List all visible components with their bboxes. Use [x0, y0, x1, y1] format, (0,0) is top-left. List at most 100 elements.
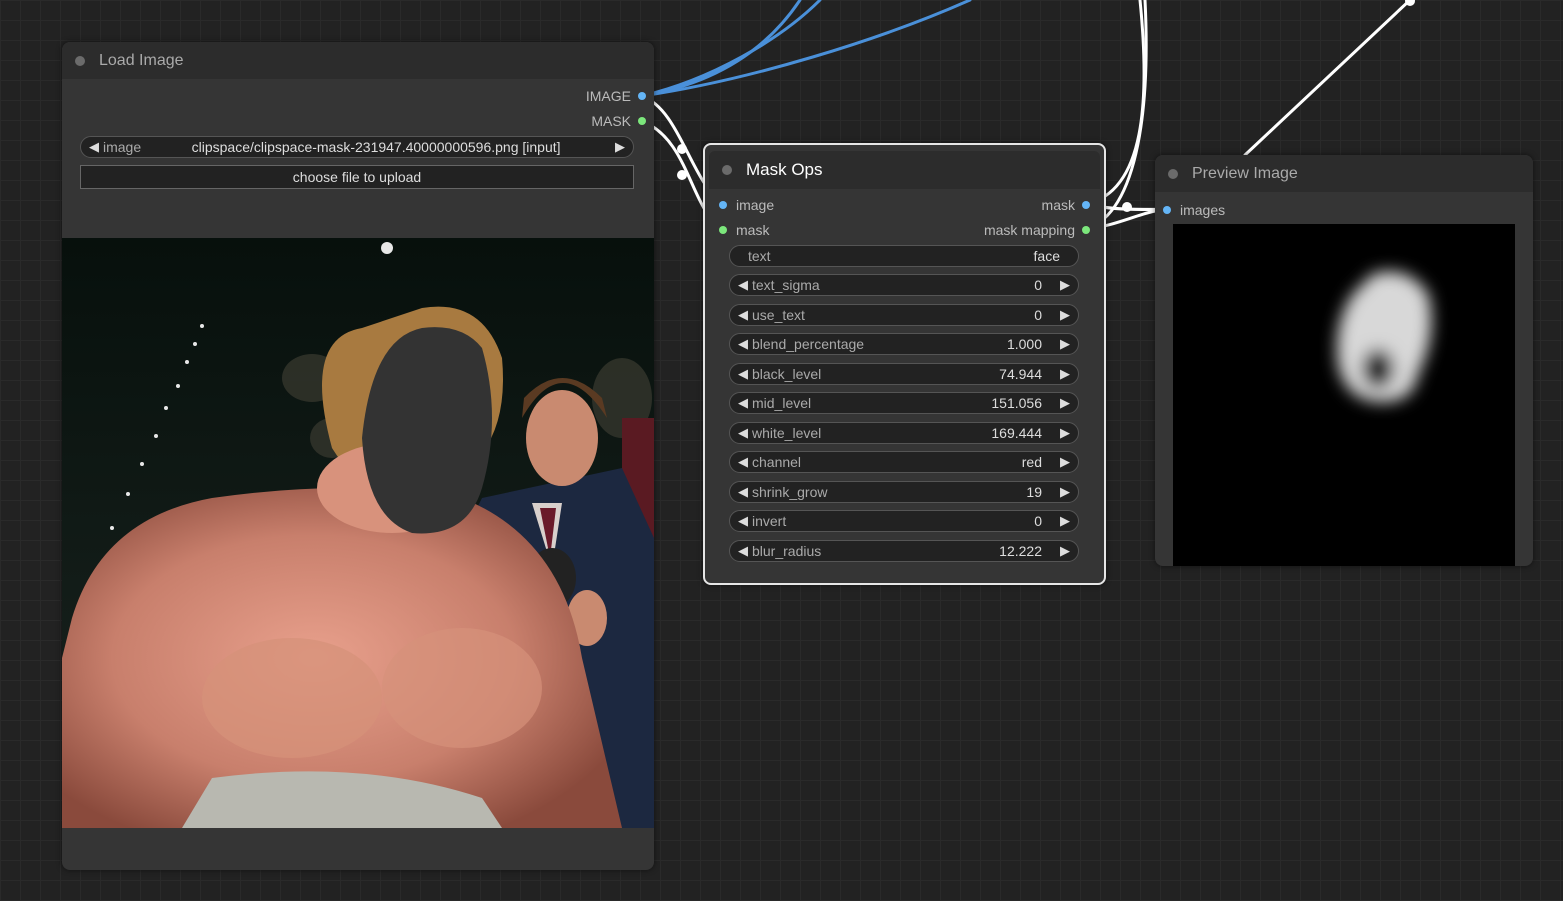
output-slot-mask[interactable]: mask [1042, 196, 1090, 214]
widget-value: 169.444 [991, 425, 1042, 441]
image-link-wire [640, 0, 802, 98]
node-title: Preview Image [1192, 164, 1298, 182]
widget-label: use_text [752, 307, 805, 323]
wire-junction [677, 144, 687, 154]
output-slot-image[interactable]: IMAGE [586, 87, 646, 105]
node-title-bar[interactable]: Preview Image [1155, 155, 1533, 192]
decrement-arrow-icon[interactable]: ◀ [734, 336, 752, 352]
mask-ops-node[interactable]: Mask Ops image mask mask mask mapping te… [703, 143, 1106, 585]
node-title-bar[interactable]: Mask Ops [709, 151, 1100, 189]
widget-label: mid_level [752, 395, 812, 411]
widget-value: face [1033, 248, 1060, 264]
increment-arrow-icon[interactable]: ▶ [611, 139, 629, 155]
output-slot-mask-mapping[interactable]: mask mapping [984, 221, 1090, 239]
input-slot-images[interactable]: images [1163, 201, 1225, 219]
slot-dot-icon[interactable] [1082, 201, 1090, 209]
widget-value: 151.056 [991, 395, 1042, 411]
widget-black-level[interactable]: ◀ black_level 74.944 ▶ [729, 363, 1079, 385]
decrement-arrow-icon[interactable]: ◀ [85, 139, 103, 155]
decrement-arrow-icon[interactable]: ◀ [734, 454, 752, 470]
collapse-dot-icon[interactable] [1168, 168, 1178, 179]
collapse-dot-icon[interactable] [722, 165, 732, 175]
slot-dot-icon[interactable] [719, 201, 727, 209]
widget-mid-level[interactable]: ◀ mid_level 151.056 ▶ [729, 392, 1079, 414]
decrement-arrow-icon[interactable]: ◀ [734, 395, 752, 411]
decrement-arrow-icon[interactable]: ◀ [734, 366, 752, 382]
input-label: image [736, 197, 775, 213]
node-title: Load Image [99, 51, 184, 69]
increment-arrow-icon[interactable]: ▶ [1056, 425, 1074, 441]
widget-value: red [1021, 454, 1042, 470]
slot-dot-icon[interactable] [638, 117, 646, 125]
increment-arrow-icon[interactable]: ▶ [1056, 395, 1074, 411]
increment-arrow-icon[interactable]: ▶ [1056, 454, 1074, 470]
slot-dot-icon[interactable] [1082, 226, 1090, 234]
widget-use-text[interactable]: ◀ use_text 0 ▶ [729, 304, 1079, 326]
wire-junction [677, 170, 687, 180]
increment-arrow-icon[interactable]: ▶ [1056, 277, 1074, 293]
slot-dot-icon[interactable] [1163, 206, 1171, 214]
widget-value: 0 [1034, 307, 1042, 323]
output-label: IMAGE [585, 88, 631, 104]
widget-channel[interactable]: ◀ channel red ▶ [729, 451, 1079, 473]
mask-preview-graphic [1337, 271, 1432, 403]
choose-file-button[interactable]: choose file to upload [80, 165, 634, 189]
collapse-dot-icon[interactable] [75, 55, 85, 66]
input-slot-mask[interactable]: mask [719, 221, 769, 239]
increment-arrow-icon[interactable]: ▶ [1056, 513, 1074, 529]
increment-arrow-icon[interactable]: ▶ [1056, 366, 1074, 382]
widget-label: blend_percentage [752, 336, 865, 352]
widget-value: clipspace/clipspace-mask-231947.40000000… [191, 139, 561, 155]
widget-blend-percentage[interactable]: ◀ blend_percentage 1.000 ▶ [729, 333, 1079, 355]
decrement-arrow-icon[interactable]: ◀ [734, 277, 752, 293]
mask-preview-image [1173, 224, 1515, 566]
widget-invert[interactable]: ◀ invert 0 ▶ [729, 510, 1079, 532]
text-widget[interactable]: text face [729, 245, 1079, 267]
widget-label: white_level [752, 425, 822, 441]
widget-label: blur_radius [752, 543, 822, 559]
widget-label: invert [752, 513, 787, 529]
image-link-wire [640, 0, 822, 98]
widget-label: channel [752, 454, 802, 470]
preview-image-node[interactable]: Preview Image images [1155, 155, 1533, 566]
increment-arrow-icon[interactable]: ▶ [1056, 543, 1074, 559]
widget-blur-radius[interactable]: ◀ blur_radius 12.222 ▶ [729, 540, 1079, 562]
decrement-arrow-icon[interactable]: ◀ [734, 425, 752, 441]
increment-arrow-icon[interactable]: ▶ [1056, 307, 1074, 323]
photo-graphic [62, 238, 654, 828]
widget-white-level[interactable]: ◀ white_level 169.444 ▶ [729, 422, 1079, 444]
decrement-arrow-icon[interactable]: ◀ [734, 484, 752, 500]
widget-value: 0 [1034, 277, 1042, 293]
input-slot-image[interactable]: image [719, 196, 774, 214]
load-image-node[interactable]: Load Image IMAGE MASK ◀ image clipspace/… [62, 42, 654, 870]
input-label: images [1180, 202, 1226, 218]
output-label: MASK [591, 113, 631, 129]
widget-shrink-grow[interactable]: ◀ shrink_grow 19 ▶ [729, 481, 1079, 503]
widget-label: shrink_grow [752, 484, 828, 500]
preview-link-wire [1243, 0, 1412, 157]
image-link-wire [640, 0, 972, 98]
node-title-bar[interactable]: Load Image [62, 42, 654, 79]
widget-text-sigma[interactable]: ◀ text_sigma 0 ▶ [729, 274, 1079, 296]
widget-label: text_sigma [752, 277, 820, 293]
slot-dot-icon[interactable] [638, 92, 646, 100]
increment-arrow-icon[interactable]: ▶ [1056, 336, 1074, 352]
increment-arrow-icon[interactable]: ▶ [1056, 484, 1074, 500]
wire-junction [1122, 202, 1132, 212]
node-title: Mask Ops [746, 160, 823, 179]
output-label: mask mapping [983, 222, 1075, 238]
slot-dot-icon[interactable] [719, 226, 727, 234]
widget-value: 19 [1026, 484, 1042, 500]
widget-label: text [748, 248, 771, 264]
loaded-image-preview [62, 238, 654, 828]
wire-junction [1405, 0, 1415, 6]
output-slot-mask[interactable]: MASK [591, 112, 646, 130]
image-combo-widget[interactable]: ◀ image clipspace/clipspace-mask-231947.… [80, 136, 634, 158]
widget-value: 12.222 [999, 543, 1042, 559]
decrement-arrow-icon[interactable]: ◀ [734, 543, 752, 559]
widget-label: black_level [752, 366, 822, 382]
widget-value: 0 [1034, 513, 1042, 529]
decrement-arrow-icon[interactable]: ◀ [734, 513, 752, 529]
decrement-arrow-icon[interactable]: ◀ [734, 307, 752, 323]
widget-value: 74.944 [999, 366, 1042, 382]
